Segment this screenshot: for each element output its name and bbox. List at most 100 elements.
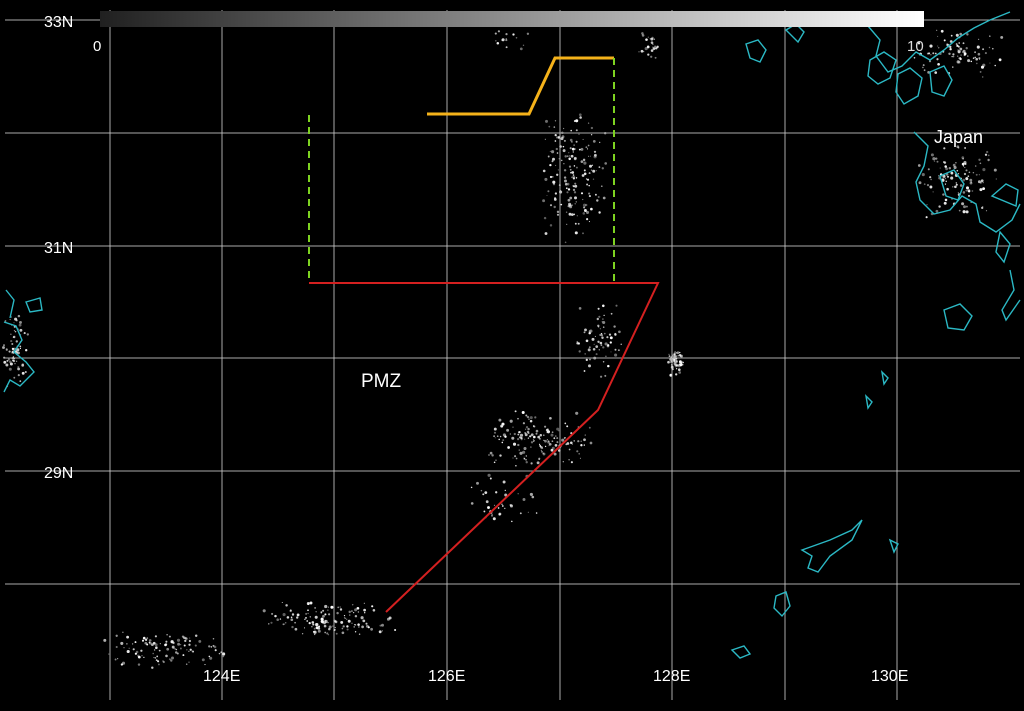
night-light-dot: [972, 57, 975, 59]
night-light-dot: [332, 625, 334, 627]
night-light-dot: [607, 364, 610, 368]
night-light-dot: [563, 163, 565, 165]
night-light-dot: [504, 435, 507, 438]
night-light-dot: [176, 638, 181, 642]
night-light-dot: [504, 507, 506, 510]
night-light-dot: [340, 620, 344, 624]
night-light-dot: [371, 605, 374, 608]
night-light-dot: [372, 609, 376, 612]
night-light-dot: [992, 47, 994, 50]
night-light-dot: [965, 186, 970, 190]
night-light-dot: [539, 444, 542, 447]
night-light-dot: [600, 344, 603, 347]
night-light-dot: [141, 639, 145, 642]
night-light-dot: [311, 626, 313, 628]
night-light-dot: [944, 183, 946, 185]
night-light-dot: [589, 155, 591, 157]
night-light-dot: [965, 210, 969, 214]
night-light-dot: [620, 343, 622, 345]
night-light-dot: [501, 503, 503, 506]
night-light-dot: [646, 45, 650, 49]
night-light-dot: [499, 435, 502, 438]
night-light-dot: [563, 139, 566, 142]
night-light-dot: [528, 432, 530, 434]
night-light-dot: [5, 348, 8, 351]
night-light-dot: [572, 174, 575, 176]
night-light-dot: [556, 213, 560, 216]
night-light-dot: [549, 224, 553, 227]
night-light-dot: [493, 504, 496, 506]
night-light-dot: [362, 619, 366, 623]
night-light-dot: [185, 637, 188, 640]
night-light-dot: [570, 213, 574, 216]
night-light-dot: [935, 209, 939, 213]
night-light-dot: [606, 344, 610, 348]
night-light-dot: [511, 436, 515, 440]
night-light-dot: [584, 328, 587, 332]
night-light-dot: [351, 603, 354, 606]
night-light-dot: [515, 36, 518, 39]
night-light-dot: [349, 614, 351, 616]
night-light-dot: [208, 645, 211, 648]
night-light-dot: [988, 46, 991, 49]
night-light-dot: [154, 635, 157, 638]
night-light-dot: [604, 374, 607, 377]
night-light-dot: [542, 452, 544, 454]
night-light-dot: [522, 44, 525, 46]
night-light-dot: [574, 182, 577, 185]
night-light-dot: [603, 332, 606, 335]
colorbar-min-label: 0: [93, 38, 101, 55]
night-light-dot: [1000, 35, 1004, 39]
night-light-dot: [480, 489, 483, 492]
night-light-dot: [554, 140, 557, 142]
night-light-dot: [647, 53, 650, 56]
night-light-dot: [577, 440, 580, 443]
night-light-dot: [512, 426, 514, 428]
night-light-dot: [10, 340, 13, 343]
night-light-dot: [501, 39, 504, 42]
night-light-dot: [568, 165, 572, 168]
night-light-dot: [5, 363, 9, 367]
night-light-dot: [574, 231, 578, 235]
night-light-dot: [591, 337, 595, 341]
night-light-dot: [208, 655, 211, 658]
night-light-dot: [544, 439, 547, 443]
night-light-dot: [918, 181, 922, 185]
night-light-dot: [588, 330, 591, 333]
night-light-dot: [566, 442, 570, 445]
night-light-dot: [595, 353, 598, 356]
night-light-dot: [608, 333, 612, 336]
night-light-dot: [553, 205, 556, 209]
night-light-dot: [268, 623, 270, 625]
night-light-dot: [930, 54, 932, 56]
night-light-dot: [144, 638, 148, 641]
night-light-dot: [968, 171, 971, 174]
night-light-dot: [575, 201, 577, 203]
night-light-dot: [3, 344, 5, 346]
night-light-dot: [177, 642, 181, 646]
night-light-dot: [506, 428, 510, 432]
night-light-dot: [282, 613, 286, 617]
night-light-dot: [602, 361, 605, 363]
night-light-dot: [586, 218, 589, 221]
night-light-dot: [538, 443, 541, 446]
night-light-dot: [923, 69, 926, 72]
night-light-dot: [394, 628, 397, 632]
night-light-dot: [994, 64, 996, 67]
night-light-dot: [601, 321, 603, 323]
night-light-dot: [126, 649, 130, 654]
night-light-dot: [499, 454, 502, 457]
night-light-dot: [952, 53, 955, 56]
night-light-dot: [580, 444, 583, 447]
lon-label-128e: 128E: [653, 668, 690, 685]
night-light-dot: [134, 641, 137, 644]
night-light-dot: [593, 150, 597, 153]
night-light-dot: [938, 175, 940, 177]
night-light-dot: [8, 350, 11, 353]
night-light-dot: [470, 486, 473, 489]
night-light-dot: [157, 663, 160, 666]
night-light-dot: [546, 194, 548, 197]
night-light-dot: [306, 620, 309, 622]
night-light-dot: [605, 355, 607, 358]
night-light-dot: [993, 168, 997, 172]
